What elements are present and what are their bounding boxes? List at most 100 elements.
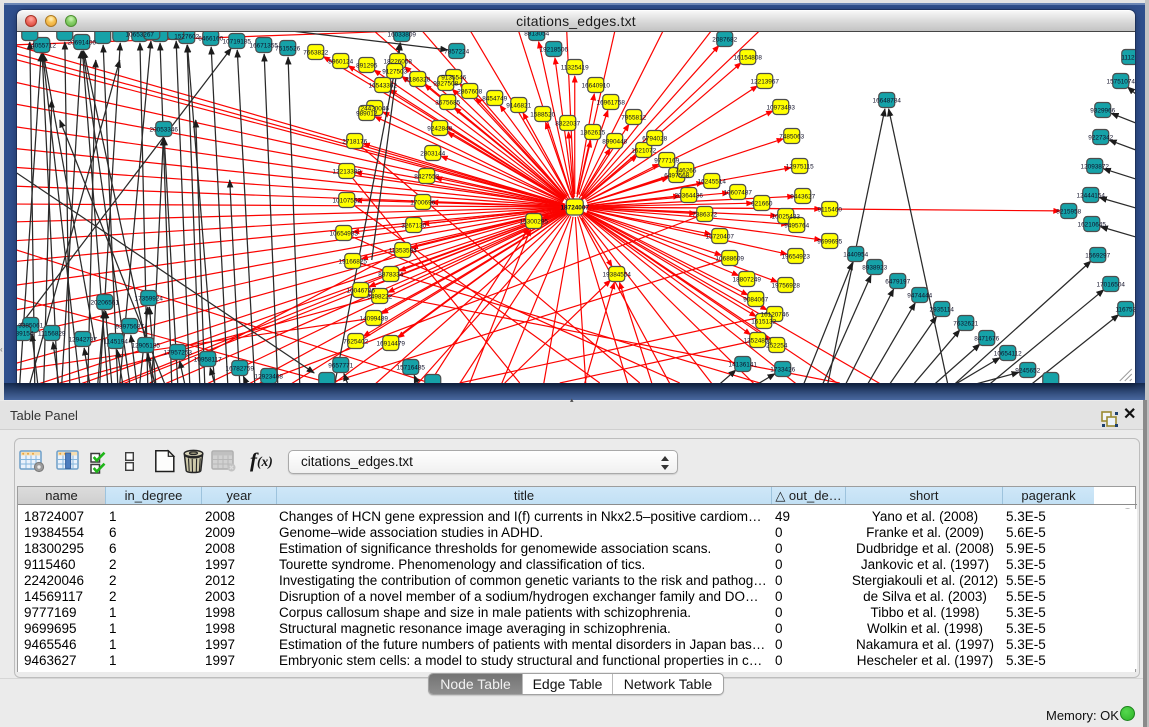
- svg-text:14099489: 14099489: [360, 316, 389, 323]
- svg-text:9115460: 9115460: [818, 207, 843, 214]
- svg-text:16154808: 16154808: [734, 55, 763, 62]
- svg-text:20691406: 20691406: [68, 40, 97, 47]
- svg-text:6794028: 6794028: [642, 136, 667, 143]
- svg-text:9699695: 9699695: [817, 239, 842, 246]
- svg-text:16033809: 16033809: [388, 32, 417, 39]
- svg-text:18724007: 18724007: [561, 205, 590, 212]
- svg-text:12923468: 12923468: [255, 374, 284, 381]
- svg-text:14055712: 14055712: [28, 43, 57, 50]
- svg-text:746266: 746266: [675, 168, 697, 175]
- svg-text:11353594: 11353594: [389, 248, 417, 255]
- svg-text:7386372: 7386372: [692, 212, 717, 219]
- svg-text:18226058: 18226058: [384, 59, 413, 66]
- svg-text:9146821: 9146821: [506, 103, 531, 110]
- svg-text:19756928: 19756928: [772, 283, 801, 290]
- svg-text:16671355: 16671355: [250, 43, 279, 50]
- svg-text:7515526: 7515526: [275, 46, 300, 53]
- svg-text:8215958: 8215958: [1056, 209, 1081, 216]
- svg-text:1621072: 1621072: [631, 148, 656, 155]
- svg-text:1569297: 1569297: [1085, 253, 1110, 260]
- svg-text:9474444: 9474444: [907, 293, 932, 300]
- svg-text:252254: 252254: [766, 343, 788, 350]
- svg-text:7485063: 7485063: [779, 134, 804, 141]
- svg-text:19384554: 19384554: [603, 272, 632, 279]
- svg-text:16543362: 16543362: [369, 83, 398, 90]
- svg-text:20206561: 20206561: [91, 300, 120, 307]
- svg-text:93975687: 93975687: [116, 324, 145, 331]
- svg-text:3498222: 3498222: [367, 294, 392, 301]
- svg-text:12942737: 12942737: [69, 337, 98, 344]
- svg-text:12975115: 12975115: [786, 164, 814, 171]
- svg-text:9385061: 9385061: [18, 323, 43, 330]
- svg-text:12444154: 12444154: [1077, 193, 1106, 200]
- svg-text:12905185: 12905185: [132, 343, 161, 350]
- svg-text:1527602: 1527602: [174, 34, 199, 41]
- svg-text:6466160: 6466160: [198, 36, 223, 43]
- svg-text:15720407: 15720407: [706, 234, 735, 241]
- svg-text:7955812: 7955812: [621, 115, 646, 122]
- svg-text:10654112: 10654112: [994, 351, 1022, 358]
- svg-text:10107552: 10107552: [333, 198, 362, 205]
- svg-text:9245652: 9245652: [1015, 368, 1040, 375]
- svg-text:9084067: 9084067: [743, 297, 768, 304]
- svg-text:10607487: 10607487: [724, 190, 753, 197]
- svg-text:9327508: 9327508: [433, 81, 458, 88]
- svg-text:19654923: 19654923: [782, 254, 811, 261]
- svg-text:1145194: 1145194: [104, 339, 129, 346]
- svg-text:1362615: 1362615: [580, 130, 605, 137]
- svg-text:20053346: 20053346: [150, 127, 179, 134]
- svg-text:11156829: 11156829: [38, 331, 66, 338]
- svg-text:16640910: 16640910: [582, 83, 611, 90]
- svg-text:1588520: 1588520: [530, 112, 555, 119]
- svg-text:8186328: 8186328: [405, 77, 430, 84]
- svg-text:10688609: 10688609: [716, 256, 745, 263]
- svg-text:19218506: 19218506: [540, 47, 569, 54]
- svg-text:12093872: 12093872: [1081, 164, 1110, 171]
- svg-text:17359924: 17359924: [135, 296, 164, 303]
- svg-text:9227342: 9227342: [1088, 135, 1113, 142]
- svg-text:12213389: 12213389: [333, 169, 362, 176]
- svg-text:8322037: 8322037: [555, 121, 580, 128]
- svg-text:8454749: 8454749: [482, 96, 507, 103]
- svg-text:16782759: 16782759: [226, 366, 255, 373]
- svg-text:11123: 11123: [1121, 55, 1135, 62]
- svg-text:(x): (x): [257, 454, 273, 469]
- svg-text:18807249: 18807249: [733, 277, 762, 284]
- svg-text:2718176: 2718176: [342, 139, 367, 146]
- svg-text:116753: 116753: [1115, 307, 1135, 314]
- svg-text:16914479: 16914479: [377, 341, 406, 348]
- svg-text:8813054: 8813054: [524, 32, 549, 38]
- svg-text:9443627: 9443627: [790, 194, 815, 201]
- svg-text:7625402: 7625402: [343, 339, 368, 346]
- svg-text:1733426: 1733426: [770, 367, 795, 374]
- svg-text:16245514: 16245514: [698, 179, 727, 186]
- svg-text:14136141: 14136141: [729, 362, 758, 369]
- svg-text:15751074: 15751074: [1107, 79, 1135, 86]
- svg-text:1615132: 1615132: [751, 319, 776, 326]
- svg-text:16961758: 16961758: [597, 100, 626, 107]
- svg-text:16120746: 16120746: [761, 312, 790, 319]
- svg-text:7857224: 7857224: [444, 49, 469, 56]
- svg-text:3675685: 3675685: [435, 100, 460, 107]
- svg-text:9495764: 9495764: [784, 223, 809, 230]
- svg-text:8878334: 8878334: [378, 272, 403, 279]
- svg-text:9657771: 9657771: [328, 363, 353, 370]
- svg-text:2867608: 2867608: [457, 89, 482, 96]
- svg-text:11325419: 11325419: [561, 65, 589, 72]
- svg-text:2935114: 2935114: [930, 307, 955, 314]
- svg-text:19166825: 19166825: [339, 259, 368, 266]
- svg-text:10654983: 10654983: [330, 231, 359, 238]
- svg-text:1700696: 1700696: [410, 200, 435, 207]
- svg-text:8990448: 8990448: [602, 139, 627, 146]
- svg-text:8471676: 8471676: [974, 336, 999, 343]
- svg-text:6479197: 6479197: [885, 279, 910, 286]
- svg-text:10958117: 10958117: [194, 357, 222, 364]
- svg-text:10653267: 10653267: [126, 32, 155, 39]
- svg-text:16210645: 16210645: [1078, 222, 1107, 229]
- svg-text:10719185: 10719185: [223, 39, 252, 46]
- svg-text:3267130: 3267130: [401, 223, 426, 230]
- svg-text:10973493: 10973493: [767, 105, 796, 112]
- svg-text:891295: 891295: [356, 63, 378, 70]
- svg-text:8960124: 8960124: [328, 59, 353, 66]
- svg-text:8427552: 8427552: [414, 174, 439, 181]
